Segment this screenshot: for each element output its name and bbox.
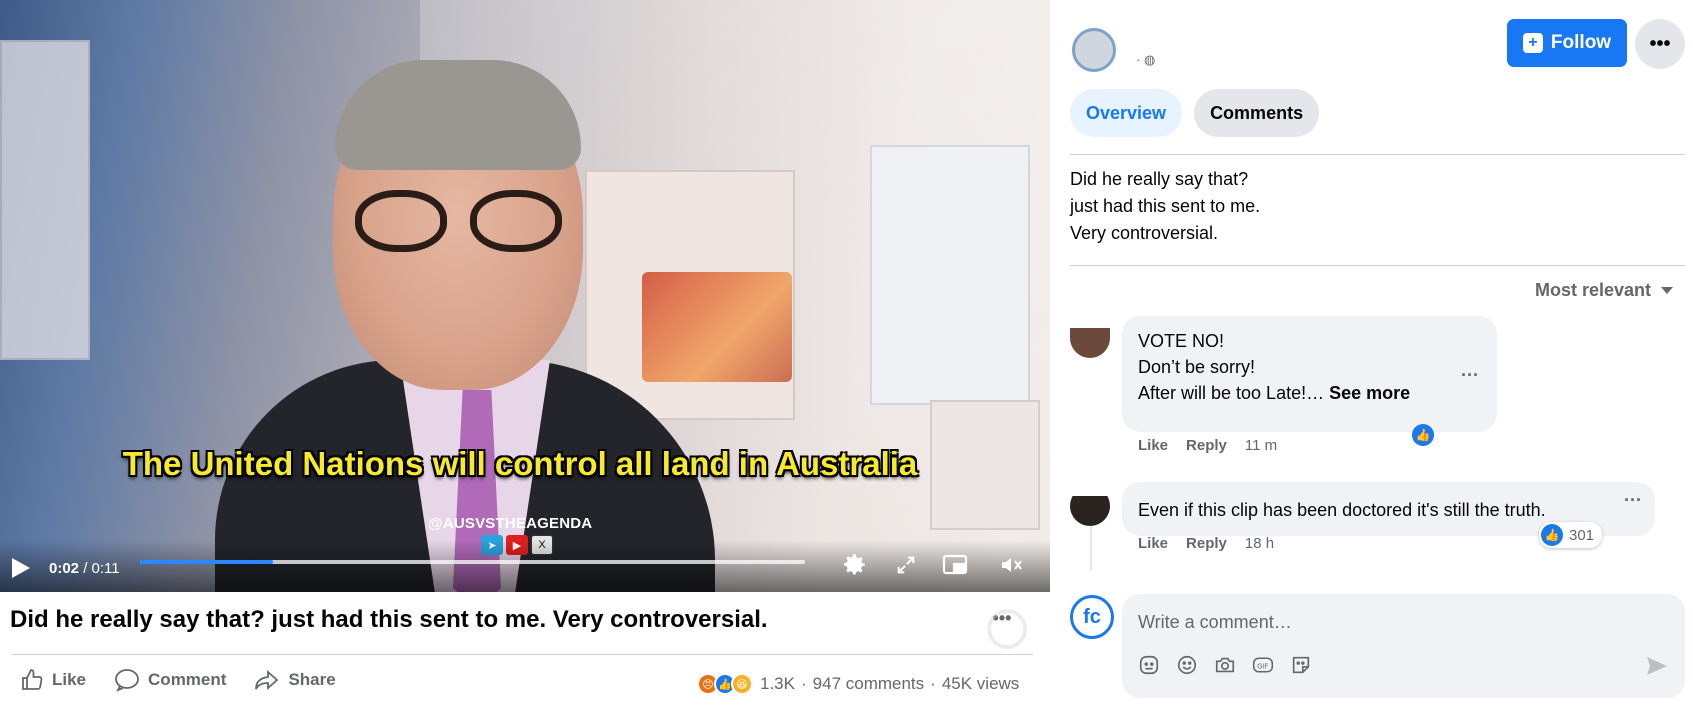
camera-icon[interactable] — [1214, 654, 1236, 676]
reaction-count[interactable]: 1.3K — [760, 674, 795, 694]
time-display: 0:02 / 0:11 — [49, 560, 120, 577]
add-follow-icon: + — [1522, 33, 1543, 53]
play-icon[interactable] — [12, 558, 30, 578]
comment-like-button[interactable]: Like — [1138, 535, 1168, 552]
comment-time: 11 m — [1244, 437, 1278, 454]
comment-composer: GIF — [1122, 594, 1685, 698]
commenter-avatar[interactable] — [1070, 496, 1110, 526]
comment-actions: Like Reply 11 m — [1138, 437, 1277, 454]
post-title: Did he really say that? just had this se… — [10, 606, 768, 633]
comment-more-icon[interactable]: ··· — [1618, 490, 1648, 510]
comment-text: Even if this clip has been doctored it's… — [1138, 500, 1546, 520]
commenter-avatar[interactable] — [1070, 328, 1110, 358]
video-watermark: @AUSVSTHEAGENDA — [428, 515, 593, 532]
video-controls: 0:02 / 0:11 — [0, 540, 1050, 592]
divider — [1070, 265, 1685, 266]
fullscreen-icon[interactable] — [889, 548, 923, 582]
mute-icon[interactable] — [995, 548, 1029, 582]
progress-fill — [140, 560, 273, 564]
background-poster — [870, 145, 1030, 405]
view-count: 45K views — [941, 674, 1020, 693]
share-button[interactable]: Share — [254, 668, 336, 692]
send-icon[interactable] — [1645, 654, 1669, 678]
thumbs-up-icon — [22, 669, 43, 690]
post-description: Did he really say that? just had this se… — [1070, 166, 1260, 247]
see-more-link[interactable]: See more — [1329, 383, 1410, 403]
post-stats: 😠 👍 😆 1.3K · 947 comments · 45K views — [697, 673, 1019, 695]
description-line: Did he really say that? — [1070, 169, 1249, 189]
globe-icon: · ◍ — [1136, 52, 1156, 67]
emoji-icon[interactable] — [1176, 654, 1198, 676]
speaker-figure — [215, 60, 715, 592]
share-arrow-icon — [255, 669, 279, 691]
comment-text-line: VOTE NO! — [1138, 331, 1225, 351]
comment-button[interactable]: Comment — [114, 668, 226, 692]
comment-label: Comment — [148, 670, 227, 689]
like-icon: 👍 — [1541, 524, 1563, 546]
description-line: just had this sent to me. — [1070, 196, 1261, 216]
post-actions: Like Comment Share — [20, 668, 336, 692]
comment-reply-button[interactable]: Reply — [1186, 535, 1227, 552]
avatar-sticker-icon[interactable] — [1138, 654, 1160, 676]
page-avatar[interactable] — [1072, 28, 1116, 72]
divider — [1070, 154, 1685, 155]
composer-tools: GIF — [1138, 654, 1312, 676]
comment-like-button[interactable]: Like — [1138, 437, 1168, 454]
background-whiteboard — [0, 40, 90, 360]
more-options-icon[interactable]: ••• — [990, 608, 1014, 632]
like-icon: 👍 — [1412, 424, 1434, 446]
settings-gear-icon[interactable] — [838, 548, 872, 582]
gif-icon[interactable]: GIF — [1252, 654, 1274, 676]
follow-button[interactable]: + Follow — [1507, 19, 1627, 67]
caret-down-icon — [1661, 287, 1674, 294]
comment-like-badge[interactable]: 👍 301 — [1539, 522, 1603, 548]
more-options-icon[interactable]: ••• — [1635, 19, 1685, 69]
video-player[interactable]: The United Nations will control all land… — [0, 0, 1050, 592]
comment-like-badge[interactable]: 👍 — [1412, 424, 1434, 446]
like-label: Like — [52, 670, 87, 689]
sort-label: Most relevant — [1535, 280, 1652, 300]
divider — [12, 654, 1033, 655]
like-button[interactable]: Like — [20, 668, 86, 692]
video-subtitle: The United Nations will control all land… — [122, 445, 918, 482]
share-label: Share — [288, 670, 336, 689]
comment-input[interactable] — [1138, 604, 1598, 640]
progress-bar[interactable] — [140, 560, 805, 564]
tab-bar: Overview Comments — [1070, 89, 1320, 137]
svg-text:GIF: GIF — [1257, 662, 1268, 670]
tab-comments[interactable]: Comments — [1194, 89, 1320, 137]
user-avatar[interactable]: fc — [1070, 595, 1114, 639]
comment-time: 18 h — [1244, 535, 1275, 552]
comment-text-line: After will be too Late!… See more — [1138, 383, 1411, 403]
comment-bubble: VOTE NO! Don’t be sorry! After will be t… — [1122, 316, 1497, 432]
post-sidebar: · ◍ + Follow ••• Overview Comments Did h… — [1050, 0, 1693, 713]
comment-like-count: 301 — [1569, 526, 1595, 544]
comment-more-icon[interactable]: ··· — [1455, 365, 1485, 385]
sticker-icon[interactable] — [1290, 654, 1312, 676]
current-time: 0:02 — [49, 560, 80, 577]
haha-reaction-icon: 😆 — [731, 673, 753, 695]
tab-overview[interactable]: Overview — [1070, 89, 1183, 137]
comment-actions: Like Reply 18 h — [1138, 535, 1274, 552]
comment-count[interactable]: 947 comments — [813, 674, 925, 694]
picture-in-picture-icon[interactable] — [938, 548, 972, 582]
follow-label: Follow — [1550, 32, 1612, 53]
comment-text-line: Don’t be sorry! — [1138, 357, 1256, 377]
sort-dropdown[interactable]: Most relevant — [1535, 280, 1674, 301]
comment-bubble-icon — [115, 669, 139, 692]
description-line: Very controversial. — [1070, 223, 1219, 243]
comment-reply-button[interactable]: Reply — [1186, 437, 1227, 454]
duration: / 0:11 — [83, 560, 120, 577]
